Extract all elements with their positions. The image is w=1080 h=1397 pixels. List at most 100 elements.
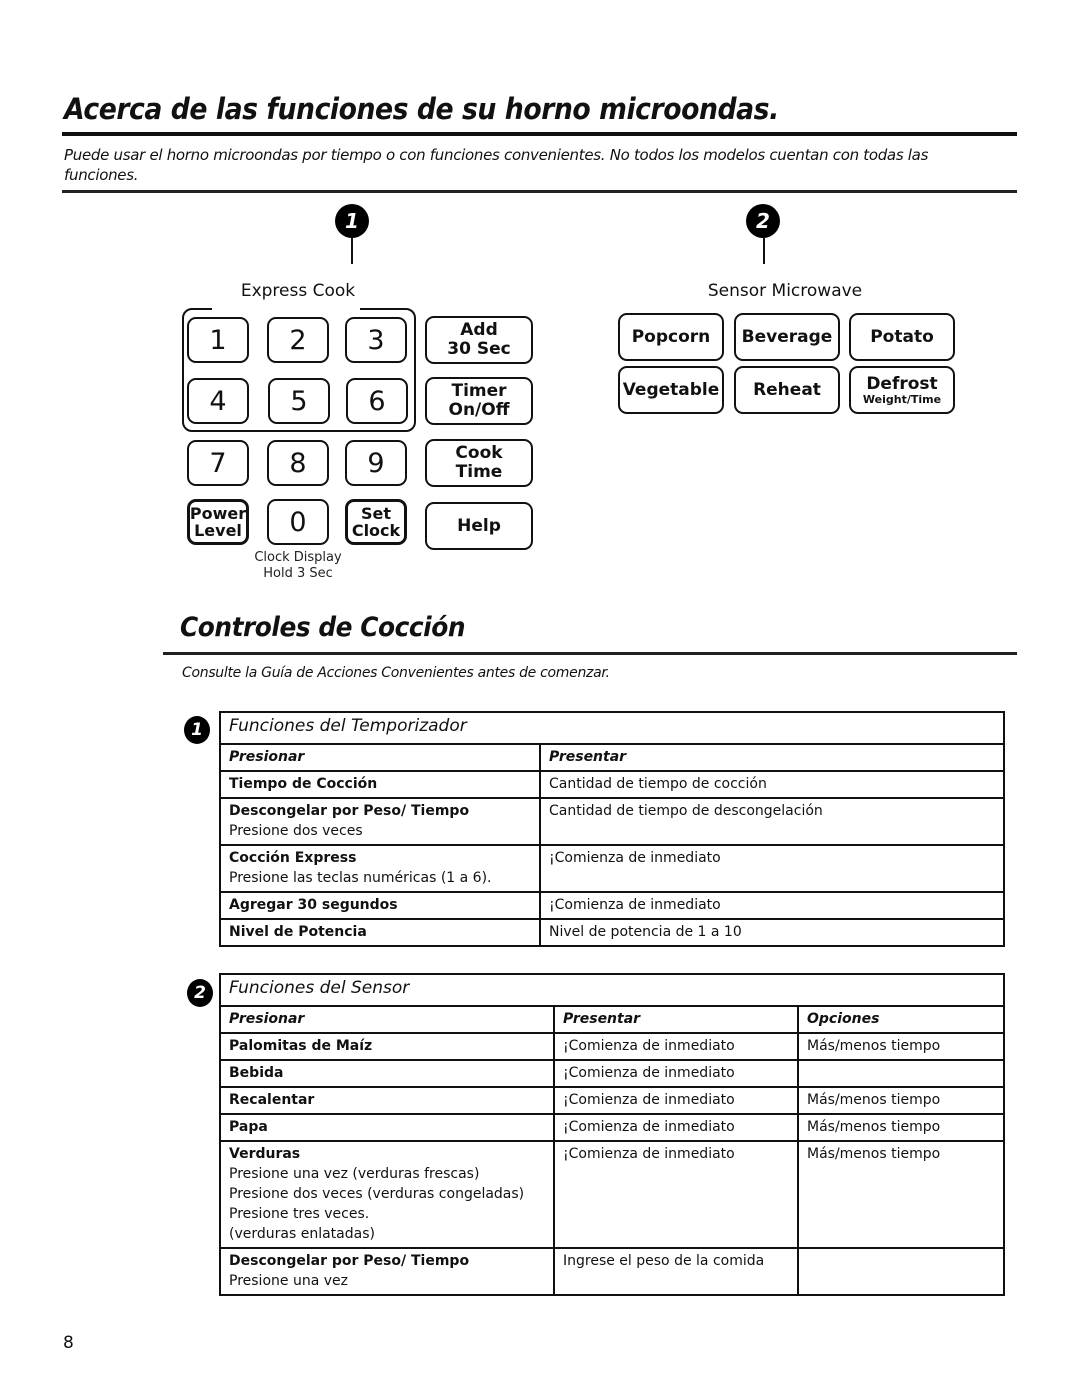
press-cell: Verduras Presione una vez (verduras fresc… [219, 1140, 555, 1249]
power-level-line1: Power [189, 504, 247, 523]
press-label: Cocción Express [229, 850, 357, 866]
potato-button[interactable]: Potato [849, 313, 955, 361]
table-row: Nivel de Potencia Nivel de potencia de 1 … [219, 918, 1005, 947]
table-row: Recalentar ¡Comienza de inmediato Más/meno… [219, 1086, 1005, 1115]
press-cell: Papa [219, 1113, 555, 1142]
key-6[interactable]: 6 [346, 378, 408, 424]
press-sub-label: Presione una vez [229, 1273, 348, 1289]
press-cell: Descongelar por Peso/ Tiempo Presione una… [219, 1247, 555, 1296]
set-clock-line2: Clock [351, 521, 401, 540]
sensor-header-display: Presentar [553, 1005, 799, 1034]
timer-functions-table: Funciones del Temporizador Presionar Pre… [219, 711, 1005, 947]
key-9[interactable]: 9 [345, 440, 407, 486]
key-7[interactable]: 7 [187, 440, 249, 486]
timer-line2: On/Off [448, 400, 510, 420]
table-row: Cocción Express Presione las teclas numér… [219, 844, 1005, 893]
press-cell: Agregar 30 segundos [219, 891, 541, 920]
options-cell [797, 1247, 1005, 1296]
options-cell [797, 1059, 1005, 1088]
press-sub-label: Presione las teclas numéricas (1 a 6). [229, 870, 492, 886]
page-title: Acerca de las funciones de su horno micr… [64, 92, 779, 126]
key-3[interactable]: 3 [345, 317, 407, 363]
express-cook-label: Express Cook [240, 281, 356, 301]
options-cell: Más/menos tiempo [797, 1032, 1005, 1061]
beverage-button[interactable]: Beverage [734, 313, 840, 361]
table-row: Papa ¡Comienza de inmediato Más/menos tiem… [219, 1113, 1005, 1142]
timer-line1: Timer [451, 381, 507, 401]
press-cell: Descongelar por Peso/ Tiempo Presione dos… [219, 797, 541, 846]
options-cell: Más/menos tiempo [797, 1140, 1005, 1249]
vegetable-button[interactable]: Vegetable [618, 366, 724, 414]
press-label: Palomitas de Maíz [229, 1038, 373, 1054]
sensor-functions-table: Funciones del Sensor Presionar Presentar… [219, 973, 1005, 1296]
key-1[interactable]: 1 [187, 317, 249, 363]
page-number: 8 [63, 1333, 74, 1353]
press-sub-label: Presione tres veces. [229, 1206, 370, 1222]
key-8[interactable]: 8 [267, 440, 329, 486]
press-label: Recalentar [229, 1092, 315, 1108]
callout-2-icon: 2 [746, 204, 780, 238]
press-cell: Palomitas de Maíz [219, 1032, 555, 1061]
press-cell: Nivel de Potencia [219, 918, 541, 947]
defrost-button[interactable]: Defrost Weight/Time [849, 366, 955, 414]
press-cell: Tiempo de Cocción [219, 770, 541, 799]
key-4[interactable]: 4 [187, 378, 249, 424]
display-cell: Ingrese el peso de la comida [553, 1247, 799, 1296]
sensor-header-press: Presionar [219, 1005, 555, 1034]
defrost-sub-label: Weight/Time [862, 392, 942, 406]
popcorn-button[interactable]: Popcorn [618, 313, 724, 361]
press-label: Bebida [229, 1065, 284, 1081]
table-row: Tiempo de Cocción Cantidad de tiempo de c… [219, 770, 1005, 799]
sensor-header-options: Opciones [797, 1005, 1005, 1034]
press-cell: Recalentar [219, 1086, 555, 1115]
help-button[interactable]: Help [425, 502, 533, 550]
callout-1-stem [351, 238, 353, 264]
cook-time-line2: Time [455, 462, 503, 482]
add-30-sec-button[interactable]: Add 30 Sec [425, 316, 533, 364]
clock-display-note: Clock Display Hold 3 Sec [246, 550, 350, 582]
table-row: Descongelar por Peso/ Tiempo Presione dos… [219, 797, 1005, 846]
timer-on-off-button[interactable]: Timer On/Off [425, 377, 533, 425]
options-cell: Más/menos tiempo [797, 1113, 1005, 1142]
add-30-line1: Add [460, 320, 498, 340]
callout-2-stem [763, 238, 765, 264]
key-0[interactable]: 0 [267, 499, 329, 545]
set-clock-line1: Set [360, 504, 392, 523]
add-30-line2: 30 Sec [447, 339, 511, 359]
press-label: Agregar 30 segundos [229, 897, 398, 913]
key-2[interactable]: 2 [267, 317, 329, 363]
table-row: Verduras Presione una vez (verduras fresc… [219, 1140, 1005, 1249]
cook-time-button[interactable]: Cook Time [425, 439, 533, 487]
options-cell: Más/menos tiempo [797, 1086, 1005, 1115]
press-sub-label: (verduras enlatadas) [229, 1226, 375, 1242]
press-sub-label: Presione dos veces (verduras congeladas) [229, 1186, 525, 1202]
set-clock-button[interactable]: Set Clock [345, 499, 407, 545]
key-5[interactable]: 5 [268, 378, 330, 424]
sensor-microwave-label: Sensor Microwave [707, 281, 863, 301]
section-note: Consulte la Guía de Acciones Conveniente… [182, 665, 610, 681]
defrost-label: Defrost [866, 373, 938, 394]
display-cell: ¡Comienza de inmediato [539, 891, 1005, 920]
press-label: Tiempo de Cocción [229, 776, 378, 792]
sensor-table-caption: Funciones del Sensor [219, 973, 1005, 1007]
timer-header-press: Presionar [219, 743, 541, 772]
table-row: Bebida ¡Comienza de inmediato [219, 1059, 1005, 1088]
table-row: Descongelar por Peso/ Tiempo Presione una… [219, 1247, 1005, 1296]
press-cell: Cocción Express Presione las teclas numér… [219, 844, 541, 893]
display-cell: ¡Comienza de inmediato [553, 1059, 799, 1088]
table-row: Agregar 30 segundos ¡Comienza de inmediat… [219, 891, 1005, 920]
clock-note-line2: Hold 3 Sec [263, 566, 333, 581]
press-cell: Bebida [219, 1059, 555, 1088]
reheat-button[interactable]: Reheat [734, 366, 840, 414]
bracket-gap [212, 306, 360, 312]
clock-note-line1: Clock Display [254, 550, 342, 565]
power-level-button[interactable]: Power Level [187, 499, 249, 545]
display-cell: Nivel de potencia de 1 a 10 [539, 918, 1005, 947]
callout-1-icon: 1 [335, 204, 369, 238]
timer-header-display: Presentar [539, 743, 1005, 772]
timer-table-caption: Funciones del Temporizador [219, 711, 1005, 745]
display-cell: ¡Comienza de inmediato [539, 844, 1005, 893]
display-cell: ¡Comienza de inmediato [553, 1140, 799, 1249]
press-sub-label: Presione una vez (verduras frescas) [229, 1166, 480, 1182]
timer-section-badge-icon: 1 [184, 716, 210, 744]
